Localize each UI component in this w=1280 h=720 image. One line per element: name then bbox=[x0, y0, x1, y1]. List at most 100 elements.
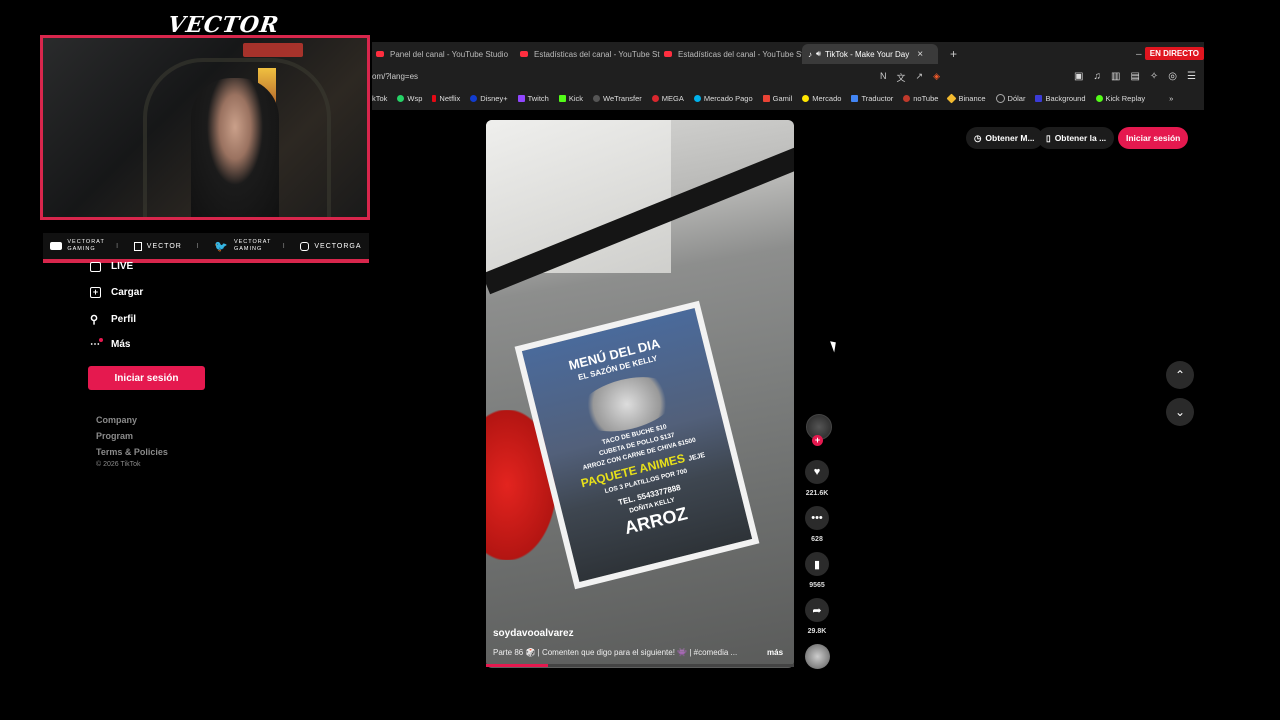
live-icon bbox=[90, 261, 101, 272]
share-count: 29.8K bbox=[807, 628, 827, 635]
bookmark-disney[interactable]: Disney+ bbox=[470, 94, 508, 103]
youtube-icon bbox=[50, 242, 63, 250]
tab-tiktok[interactable]: ♪ 🔊︎ TikTok - Make Your Day × bbox=[802, 44, 938, 64]
previous-video-button[interactable]: ⌃ bbox=[1166, 361, 1194, 389]
reader-icon[interactable]: N bbox=[880, 71, 887, 84]
video-player[interactable]: MENÚ DEL DIA EL SAZÓN DE KELLY TACO DE B… bbox=[486, 120, 794, 668]
screenshot-icon[interactable]: ▣ bbox=[1074, 71, 1083, 82]
ai-icon[interactable]: ✧ bbox=[1150, 71, 1158, 82]
youtube-favicon-icon bbox=[664, 51, 672, 57]
sidebar-item-profile[interactable]: ⚲ Perfil bbox=[90, 313, 136, 326]
disney-icon bbox=[470, 94, 478, 102]
twitter-icon: 🐦 bbox=[214, 240, 229, 253]
mercado-libre-icon bbox=[802, 94, 810, 102]
share-action[interactable]: ➦ 29.8K bbox=[804, 598, 830, 635]
video-progress-bar[interactable] bbox=[486, 664, 794, 667]
social-bar: VECTORAT GAMING I VECTOR I 🐦 VECTORAT GAM… bbox=[43, 233, 369, 263]
sidebar-item-more[interactable]: ⋯ Más bbox=[90, 338, 130, 350]
mega-icon bbox=[651, 94, 659, 102]
bookmark-wetransfer[interactable]: WeTransfer bbox=[593, 94, 642, 103]
speaker-icon: 🔊︎ bbox=[816, 49, 822, 58]
sidebar-item-upload[interactable]: + Cargar bbox=[90, 287, 143, 298]
profile-icon: ⚲ bbox=[90, 314, 99, 326]
clock-icon: ◷ bbox=[974, 132, 982, 143]
youtube-favicon-icon bbox=[376, 51, 384, 57]
video-progress-fill bbox=[486, 664, 548, 667]
new-tab-icon[interactable]: + bbox=[950, 44, 957, 64]
minimize-icon[interactable]: – bbox=[1136, 44, 1142, 64]
close-tab-icon[interactable]: × bbox=[917, 49, 923, 60]
bookmark-dolar[interactable]: Dólar bbox=[995, 93, 1025, 103]
bookmark-mega[interactable]: MEGA bbox=[651, 94, 684, 103]
bookmark-notube[interactable]: noTube bbox=[903, 94, 938, 103]
globe-icon bbox=[995, 93, 1005, 103]
address-bar[interactable]: om/?lang=es N 文 ↗ ◈ ▣ ♫ ▥ ▤ ✧ ◎ ☰ bbox=[372, 68, 1204, 88]
footer-company-link[interactable]: Company bbox=[96, 415, 137, 425]
save-action[interactable]: ▮ 9565 bbox=[804, 552, 830, 589]
social-instagram: VECTORGA bbox=[300, 241, 361, 251]
get-app-button[interactable]: ◷ Obtener M... bbox=[966, 127, 1043, 149]
instagram-icon bbox=[300, 241, 310, 251]
webcam-feed bbox=[40, 35, 370, 220]
tab-panel-canal[interactable]: Panel del canal - YouTube Studio bbox=[376, 44, 516, 64]
translate-icon bbox=[851, 94, 859, 102]
next-video-button[interactable]: ⌄ bbox=[1166, 398, 1194, 426]
media-icon[interactable]: ♫ bbox=[1094, 71, 1102, 82]
tiktok-favicon-icon: ♪ bbox=[808, 49, 812, 59]
bookmark-wsp[interactable]: Wsp bbox=[397, 94, 422, 103]
sidebar-item-live[interactable]: LIVE bbox=[90, 261, 133, 272]
footer-program-link[interactable]: Program bbox=[96, 431, 133, 441]
vpn-icon[interactable]: ◎ bbox=[1168, 71, 1177, 82]
wallet-icon[interactable]: ▤ bbox=[1130, 71, 1139, 82]
notube-icon bbox=[903, 94, 911, 102]
more-icon: ⋯ bbox=[90, 338, 103, 350]
chevron-down-icon: ⌄ bbox=[1174, 405, 1186, 419]
gmail-icon bbox=[762, 94, 770, 102]
bookmark-binance[interactable]: Binance bbox=[946, 93, 986, 103]
binance-icon bbox=[946, 93, 957, 103]
menu-icon[interactable]: ☰ bbox=[1187, 71, 1196, 82]
mouse-cursor bbox=[830, 339, 839, 353]
heart-icon[interactable]: ♥ bbox=[805, 460, 829, 484]
caption-more-link[interactable]: más bbox=[767, 648, 783, 657]
video-author[interactable]: soydavooalvarez bbox=[493, 628, 574, 639]
music-disc-icon[interactable] bbox=[805, 644, 830, 669]
live-badge: EN DIRECTO bbox=[1144, 47, 1204, 60]
brave-shield-icon[interactable]: ◈ bbox=[933, 71, 940, 84]
bookmark-icon[interactable]: ▮ bbox=[805, 552, 829, 576]
social-youtube: VECTORAT GAMING bbox=[50, 239, 104, 253]
footer-terms-link[interactable]: Terms & Policies bbox=[96, 447, 168, 457]
bookmark-kick-replay[interactable]: Kick Replay bbox=[1095, 94, 1145, 103]
bookmark-mercado-pago[interactable]: Mercado Pago bbox=[693, 94, 753, 103]
gaming-chair bbox=[143, 58, 331, 217]
youtube-favicon-icon bbox=[520, 51, 528, 57]
follow-plus-icon[interactable]: + bbox=[812, 435, 823, 446]
bookmark-kick[interactable]: Kick bbox=[558, 94, 583, 103]
tab-estadisticas-1[interactable]: Estadísticas del canal - YouTube Studio bbox=[520, 44, 660, 64]
kick-icon bbox=[558, 94, 566, 102]
header-login-button[interactable]: Iniciar sesión bbox=[1118, 127, 1189, 149]
comment-action[interactable]: ••• 628 bbox=[804, 506, 830, 543]
bookmark-background[interactable]: Background bbox=[1035, 94, 1086, 103]
share-arrow-icon[interactable]: ➦ bbox=[805, 598, 829, 622]
comment-icon[interactable]: ••• bbox=[805, 506, 829, 530]
sidebar-icon[interactable]: ▥ bbox=[1111, 71, 1120, 82]
bookmark-gamil[interactable]: Gamil bbox=[762, 94, 792, 103]
whatsapp-icon bbox=[397, 94, 405, 102]
video-caption: Parte 86 🎲 | Comenten que digo para el s… bbox=[493, 648, 738, 657]
bookmarks-overflow-icon[interactable]: » bbox=[1169, 94, 1173, 103]
url-text[interactable]: om/?lang=es bbox=[372, 72, 418, 81]
bookmark-mercado[interactable]: Mercado bbox=[802, 94, 841, 103]
get-desktop-button[interactable]: ▯ Obtener la ... bbox=[1038, 127, 1115, 149]
bookmark-tiktok[interactable]: kTok bbox=[372, 94, 387, 103]
bookmark-traductor[interactable]: Traductor bbox=[851, 94, 893, 103]
mercado-pago-icon bbox=[693, 94, 701, 102]
bookmark-netflix[interactable]: Netflix bbox=[432, 94, 460, 103]
like-action[interactable]: ♥ 221.6K bbox=[804, 460, 830, 497]
share-icon[interactable]: ↗ bbox=[916, 71, 924, 84]
sidebar-login-button[interactable]: Iniciar sesión bbox=[88, 366, 205, 390]
translate-icon[interactable]: 文 bbox=[897, 71, 906, 84]
netflix-icon bbox=[432, 94, 437, 102]
tab-estadisticas-2[interactable]: Estadísticas del canal - YouTube Studio bbox=[664, 44, 804, 64]
bookmark-twitch[interactable]: Twitch bbox=[517, 94, 549, 103]
